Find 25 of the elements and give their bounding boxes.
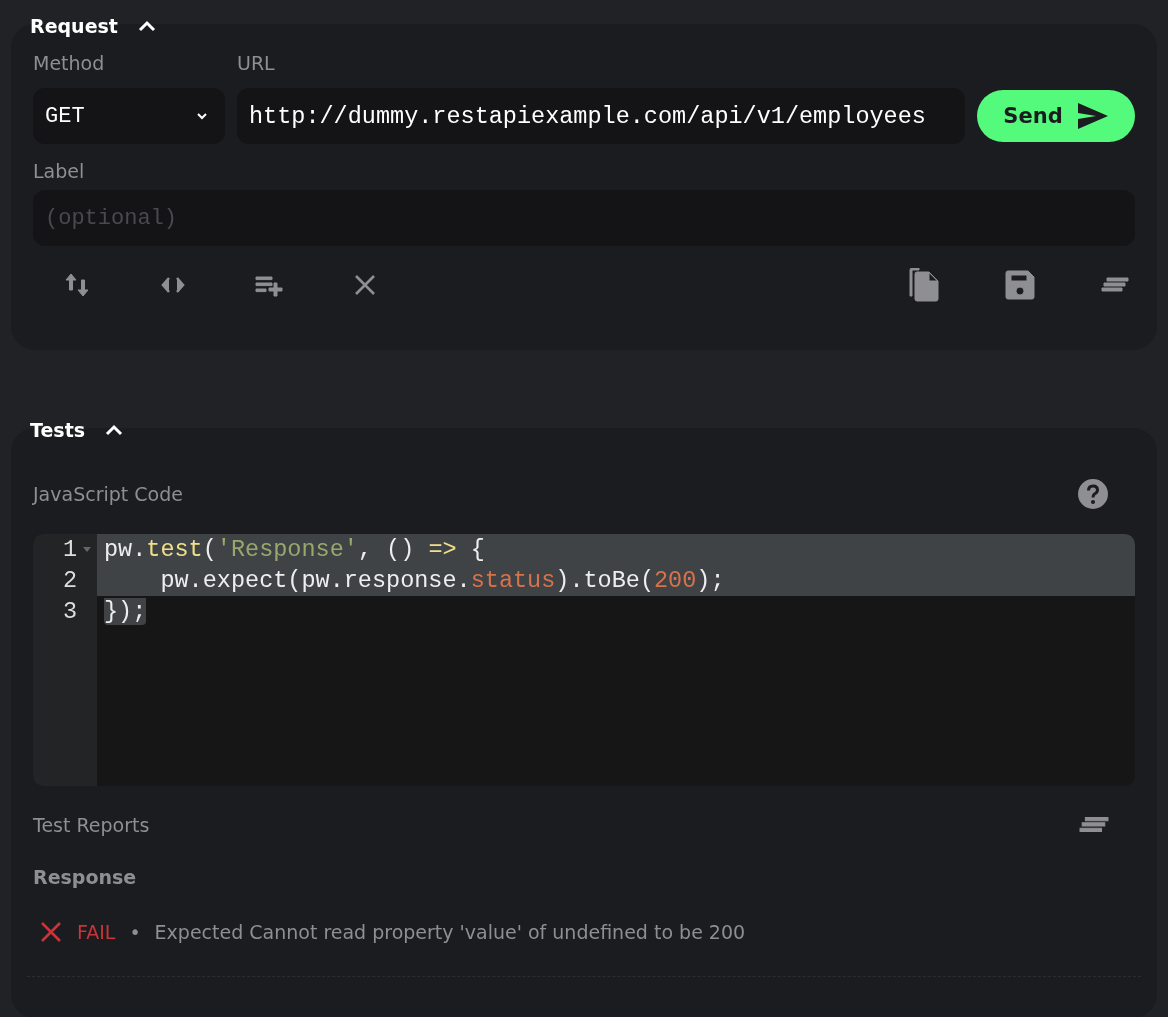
line-number: 2 bbox=[61, 566, 78, 596]
send-icon bbox=[1076, 102, 1109, 130]
caret-icon bbox=[195, 111, 209, 121]
help-icon[interactable] bbox=[1077, 478, 1109, 510]
field-label: JavaScript Code bbox=[33, 483, 183, 505]
section-title: Tests bbox=[30, 419, 86, 441]
save-icon[interactable] bbox=[1005, 270, 1035, 300]
swap-arrows-icon[interactable] bbox=[63, 271, 91, 299]
section-label: Test Reports bbox=[33, 814, 150, 836]
line-number: 3 bbox=[61, 597, 78, 627]
section-title: Request bbox=[30, 15, 118, 37]
result-message: Expected Cannot read property 'value' of undefined to be 200 bbox=[154, 921, 746, 943]
test-group-title: Response bbox=[33, 866, 138, 888]
copy-icon[interactable] bbox=[909, 268, 941, 302]
field-label: URL bbox=[237, 52, 276, 74]
label-field[interactable]: (optional) bbox=[33, 190, 1135, 246]
status-text: FAIL bbox=[77, 921, 116, 943]
field-label: Label bbox=[33, 160, 86, 182]
method-dropdown[interactable]: GET bbox=[33, 88, 225, 144]
send-button[interactable]: Send bbox=[977, 90, 1135, 142]
code-editor[interactable]: 1 2 3 pw.test('Response', () => { pw.expect(pw.response.status).toBe(200); }); bbox=[33, 534, 1135, 786]
url-field[interactable]: http://dummy.restapiexample.com/api/v1/employees bbox=[237, 88, 965, 144]
field-label: Method bbox=[33, 52, 106, 74]
separator-dot: • bbox=[129, 921, 141, 943]
line-number: 1 bbox=[33, 534, 97, 565]
